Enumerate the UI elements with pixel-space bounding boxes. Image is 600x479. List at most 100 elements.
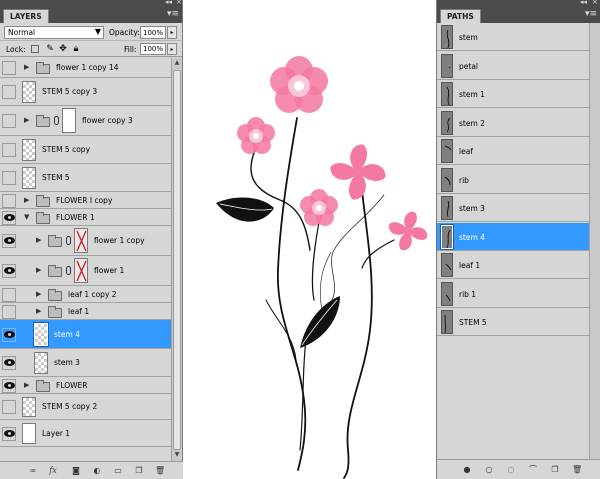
disclosure-collapsed-icon[interactable]: ▶ — [24, 196, 29, 204]
collapse-icon[interactable]: ◂◂ — [580, 0, 587, 6]
layer-visibility-toggle[interactable] — [2, 114, 16, 128]
layer-visibility-toggle[interactable] — [2, 400, 16, 414]
mask-link-icon[interactable] — [54, 116, 59, 125]
blend-mode-select[interactable]: Normal ▼ — [4, 26, 104, 39]
layer-mask-thumbnail[interactable] — [74, 258, 88, 283]
layer-row[interactable]: ▶ flower copy 3 — [0, 106, 171, 136]
lock-all-icon[interactable]: 🔒︎ — [71, 44, 81, 54]
document-canvas[interactable] — [184, 0, 434, 479]
layer-mask-thumbnail[interactable] — [62, 108, 76, 133]
disclosure-collapsed-icon[interactable]: ▶ — [36, 236, 41, 244]
disclosure-collapsed-icon[interactable]: ▶ — [24, 116, 29, 124]
collapse-icon[interactable]: ◂◂ — [165, 0, 172, 6]
opacity-input[interactable]: 100% — [140, 26, 166, 39]
lock-image-pixels-icon[interactable]: ✎ — [45, 44, 55, 54]
scroll-down-icon[interactable]: ▼ — [173, 451, 181, 460]
layer-visibility-toggle[interactable] — [2, 304, 16, 319]
path-thumbnail[interactable] — [441, 139, 453, 163]
new-layer-icon[interactable]: ❐ — [134, 466, 144, 476]
paths-scrollbar[interactable] — [589, 23, 600, 459]
path-thumbnail[interactable] — [441, 310, 453, 334]
scroll-up-icon[interactable]: ▲ — [173, 59, 181, 68]
disclosure-collapsed-icon[interactable]: ▶ — [36, 266, 41, 274]
path-thumbnail[interactable] — [440, 223, 454, 250]
layer-row[interactable]: ▶ flower 1 copy 14 — [0, 58, 171, 78]
disclosure-collapsed-icon[interactable]: ▶ — [24, 381, 29, 389]
path-thumbnail[interactable] — [441, 25, 453, 49]
link-layers-icon[interactable]: ∞ — [28, 466, 38, 476]
layer-row[interactable]: ▶ FLOWER I copy — [0, 192, 171, 209]
layer-visibility-toggle[interactable] — [2, 287, 16, 302]
path-thumbnail[interactable] — [441, 253, 453, 277]
layers-scroll-thumb[interactable] — [173, 70, 181, 450]
adjustment-layer-icon[interactable]: ◐ — [92, 466, 102, 476]
panel-menu-icon[interactable]: ▾≡ — [585, 9, 597, 19]
delete-path-icon[interactable]: 🗑︎ — [572, 465, 582, 475]
disclosure-collapsed-icon[interactable]: ▶ — [36, 307, 41, 315]
path-thumbnail[interactable] — [441, 53, 453, 78]
lock-position-icon[interactable]: ✥ — [58, 44, 68, 54]
layer-row[interactable]: ▶ FLOWER — [0, 377, 171, 394]
layer-row[interactable]: ▶ leaf 1 copy 2 — [0, 286, 171, 303]
path-row[interactable]: stem 1 — [437, 80, 589, 108]
layer-row[interactable]: STEM 5 — [0, 164, 171, 192]
layer-visibility-toggle[interactable] — [2, 426, 16, 441]
panel-menu-icon[interactable]: ▾≡ — [167, 9, 179, 19]
path-row[interactable]: leaf 1 — [437, 251, 589, 279]
disclosure-collapsed-icon[interactable]: ▶ — [24, 63, 29, 71]
fill-slider-button[interactable]: ▸ — [167, 43, 177, 55]
mask-link-icon[interactable] — [66, 266, 71, 275]
layer-row[interactable]: STEM 5 copy — [0, 136, 171, 164]
layer-visibility-toggle[interactable] — [2, 193, 16, 208]
path-row[interactable]: stem 3 — [437, 194, 589, 222]
layer-visibility-toggle[interactable] — [2, 143, 16, 157]
path-row[interactable]: STEM 5 — [437, 308, 589, 336]
make-work-path-icon[interactable]: ⌒ — [528, 465, 538, 475]
layer-row[interactable]: stem 4 — [0, 320, 171, 349]
close-icon[interactable]: × — [592, 0, 598, 6]
layer-visibility-toggle[interactable] — [2, 210, 16, 225]
layer-row[interactable]: stem 3 — [0, 349, 171, 377]
layer-visibility-toggle[interactable] — [2, 327, 16, 342]
opacity-slider-button[interactable]: ▸ — [167, 26, 177, 39]
layer-thumbnail[interactable] — [22, 167, 36, 189]
stroke-path-icon[interactable]: ○ — [484, 465, 494, 475]
path-row[interactable]: stem — [437, 23, 589, 51]
path-row[interactable]: petal — [437, 51, 589, 80]
layer-row[interactable]: ▼ FLOWER 1 — [0, 209, 171, 226]
layers-panel-titlebar[interactable]: ◂◂ × — [0, 0, 182, 8]
path-thumbnail[interactable] — [441, 167, 453, 192]
path-row[interactable]: leaf — [437, 137, 589, 165]
disclosure-expanded-icon[interactable]: ▼ — [24, 213, 29, 221]
path-row[interactable]: rib — [437, 165, 589, 194]
layer-row[interactable]: ▶ flower 1 — [0, 256, 171, 286]
layer-thumbnail[interactable] — [22, 397, 36, 417]
path-thumbnail[interactable] — [441, 281, 453, 306]
layer-visibility-toggle[interactable] — [2, 61, 16, 75]
layer-thumbnail[interactable] — [34, 352, 48, 374]
fill-path-icon[interactable]: ● — [462, 465, 472, 475]
layer-row[interactable]: STEM 5 copy 2 — [0, 394, 171, 420]
new-group-icon[interactable]: ▭ — [113, 466, 123, 476]
tab-paths[interactable]: PATHS — [440, 9, 481, 23]
close-icon[interactable]: × — [176, 0, 182, 6]
path-row[interactable]: stem 2 — [437, 108, 589, 137]
layers-scrollbar[interactable]: ▲ ▼ — [171, 58, 182, 461]
path-row[interactable]: rib 1 — [437, 279, 589, 308]
layer-row[interactable]: Layer 1 — [0, 420, 171, 447]
layer-visibility-toggle[interactable] — [2, 171, 16, 185]
layer-thumbnail[interactable] — [22, 139, 36, 161]
layer-visibility-toggle[interactable] — [2, 85, 16, 99]
layer-visibility-toggle[interactable] — [2, 234, 16, 248]
tab-layers[interactable]: LAYERS — [3, 9, 49, 23]
path-thumbnail[interactable] — [441, 110, 453, 135]
lock-transparent-pixels-icon[interactable] — [31, 45, 39, 53]
layer-thumbnail[interactable] — [22, 423, 36, 444]
layer-thumbnail[interactable] — [33, 322, 49, 347]
delete-layer-icon[interactable]: 🗑︎ — [155, 466, 165, 476]
path-row[interactable]: stem 4 — [437, 222, 589, 251]
load-as-selection-icon[interactable]: ◌ — [506, 465, 516, 475]
new-path-icon[interactable]: ❐ — [550, 465, 560, 475]
layer-visibility-toggle[interactable] — [2, 378, 16, 393]
layer-visibility-toggle[interactable] — [2, 264, 16, 278]
